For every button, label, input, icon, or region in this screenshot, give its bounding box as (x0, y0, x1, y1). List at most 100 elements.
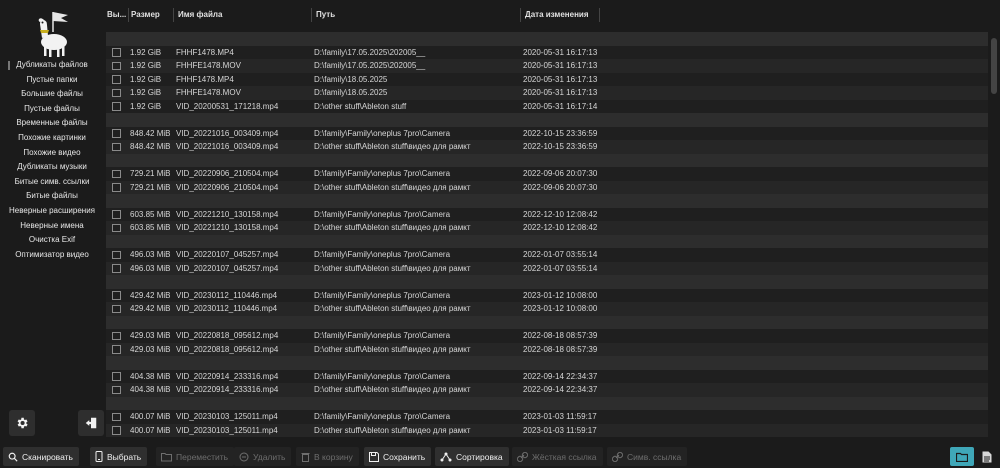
cell-path: D:\other stuff\Ableton stuff\видео для р… (314, 182, 471, 192)
table-row[interactable]: 400.07 MiB VID_20230103_125011.mp4 D:\othe… (106, 423, 988, 437)
row-checkbox[interactable] (112, 75, 121, 84)
table-row[interactable]: 603.85 MiB VID_20221210_130158.mp4 D:\fami… (106, 207, 988, 221)
sidebar-item[interactable]: Пустые папки (0, 73, 104, 88)
row-checkbox[interactable] (112, 223, 121, 232)
cell-path: D:\family\Family\oneplus 7pro\Camera (314, 290, 451, 300)
table-row[interactable]: 429.42 MiB VID_20230112_110446.mp4 D:\othe… (106, 302, 988, 316)
row-checkbox[interactable] (112, 304, 121, 313)
scrollbar-thumb[interactable] (991, 38, 997, 94)
row-checkbox[interactable] (112, 102, 121, 111)
table-row[interactable]: 429.03 MiB VID_20220818_095612.mp4 D:\fami… (106, 329, 988, 343)
cell-date: 2022-12-10 12:08:42 (523, 209, 598, 219)
table-row[interactable]: 1.92 GiB VID_20200531_171218.mp4 D:\other … (106, 99, 988, 113)
delete-label: Удалить (253, 451, 286, 462)
table-row[interactable]: 496.03 MiB VID_20220107_045257.mp4 D:\othe… (106, 261, 988, 275)
cell-date: 2022-09-06 20:07:30 (523, 182, 598, 192)
group-separator (106, 356, 988, 370)
trash-icon (301, 452, 310, 462)
move-button[interactable]: Переместить (156, 447, 235, 466)
cell-size: 729.21 MiB (130, 182, 171, 192)
header-path[interactable]: Путь (316, 10, 335, 19)
row-checkbox[interactable] (112, 48, 121, 57)
table-row[interactable]: 400.07 MiB VID_20230103_125011.mp4 D:\fami… (106, 410, 988, 424)
table-row[interactable]: 848.42 MiB VID_20221016_003409.mp4 D:\fami… (106, 126, 988, 140)
select-button[interactable]: Выбрать (90, 447, 148, 466)
table-row[interactable]: 1.92 GiB FHHFE1478.MOV D:\family\17.05.202… (106, 59, 988, 73)
row-checkbox[interactable] (112, 183, 121, 192)
row-checkbox[interactable] (112, 426, 121, 435)
sidebar-item[interactable]: Дубликаты файлов (0, 58, 104, 73)
header-date[interactable]: Дата изменения (525, 10, 589, 19)
table-row[interactable]: 729.21 MiB VID_20220906_210504.mp4 D:\fami… (106, 167, 988, 181)
header-size[interactable]: Размер (131, 10, 160, 19)
sidebar-item[interactable]: Неверные расширения (0, 204, 104, 219)
hardlink-label: Жёсткая ссылка (532, 451, 597, 462)
table-row[interactable]: 603.85 MiB VID_20221210_130158.mp4 D:\othe… (106, 221, 988, 235)
row-checkbox[interactable] (112, 291, 121, 300)
row-checkbox[interactable] (112, 210, 121, 219)
delete-button[interactable]: Удалить (234, 447, 292, 466)
cell-filename: FHHFE1478.MOV (176, 88, 241, 97)
trash-button[interactable]: В корзину (296, 447, 359, 466)
exit-button[interactable] (78, 410, 104, 436)
cell-size: 603.85 MiB (130, 223, 171, 232)
save-button[interactable]: Сохранить (364, 447, 432, 466)
hardlink-button[interactable]: Жёсткая ссылка (512, 447, 603, 466)
vertical-scrollbar[interactable] (988, 32, 1000, 444)
row-checkbox[interactable] (112, 385, 121, 394)
cell-filename: VID_20230112_110446.mp4 (176, 290, 278, 300)
sidebar-item[interactable]: Неверные имена (0, 219, 104, 234)
cell-date: 2022-09-06 20:07:30 (523, 169, 598, 178)
sidebar-item[interactable]: Большие файлы (0, 87, 104, 102)
cell-size: 848.42 MiB (130, 142, 171, 151)
sidebar-item[interactable]: Похожие видео (0, 146, 104, 161)
row-checkbox[interactable] (112, 345, 121, 354)
folder-view-button[interactable] (950, 447, 974, 466)
table-row[interactable]: 1.92 GiB FHHF1478.MP4 D:\family\18.05.2025… (106, 72, 988, 86)
cell-filename: VID_20220914_233316.mp4 (176, 385, 279, 394)
sidebar-item[interactable]: Похожие картинки (0, 131, 104, 146)
row-checkbox[interactable] (112, 88, 121, 97)
row-checkbox[interactable] (112, 142, 121, 151)
document-icon (982, 451, 992, 462)
row-checkbox[interactable] (112, 372, 121, 381)
sidebar-item[interactable]: Пустые файлы (0, 102, 104, 117)
row-checkbox[interactable] (112, 169, 121, 178)
app-logo (38, 12, 68, 57)
text-view-button[interactable] (978, 447, 996, 466)
row-checkbox[interactable] (112, 331, 121, 340)
cell-filename: VID_20220107_045257.mp4 (176, 250, 279, 259)
sidebar-item[interactable]: Битые симв. ссылки (0, 175, 104, 190)
row-checkbox[interactable] (112, 250, 121, 259)
header-select[interactable]: Вы... (107, 10, 126, 19)
save-icon (369, 451, 379, 462)
table-header: Вы... Размер Имя файла Путь Дата изменен… (104, 0, 988, 32)
row-checkbox[interactable] (112, 412, 121, 421)
table-row[interactable]: 1.92 GiB FHHF1478.MP4 D:\family\17.05.2025… (106, 45, 988, 59)
row-checkbox[interactable] (112, 61, 121, 70)
sidebar-item[interactable]: Очистка Exif (0, 233, 104, 248)
table-row[interactable]: 429.42 MiB VID_20230112_110446.mp4 D:\fami… (106, 288, 988, 302)
table-row[interactable]: 404.38 MiB VID_20220914_233316.mp4 D:\fami… (106, 369, 988, 383)
header-filename[interactable]: Имя файла (178, 10, 222, 19)
symlink-button[interactable]: Симв. ссылка (607, 447, 688, 466)
table-row[interactable]: 404.38 MiB VID_20220914_233316.mp4 D:\othe… (106, 383, 988, 397)
table-body: 1.92 GiB FHHF1478.MP4 D:\family\17.05.2025… (106, 32, 988, 437)
sort-icon (440, 452, 452, 461)
table-row[interactable]: 848.42 MiB VID_20221016_003409.mp4 D:\othe… (106, 140, 988, 154)
sidebar-item[interactable]: Битые файлы (0, 189, 104, 204)
sidebar-item[interactable]: Оптимизатор видео (0, 248, 104, 263)
sort-button[interactable]: Сортировка (435, 447, 509, 466)
row-checkbox[interactable] (112, 264, 121, 273)
row-checkbox[interactable] (112, 129, 121, 138)
table-row[interactable]: 1.92 GiB FHHFE1478.MOV D:\family\18.05.202… (106, 86, 988, 100)
cell-date: 2022-12-10 12:08:42 (523, 223, 598, 232)
sidebar-item[interactable]: Временные файлы (0, 116, 104, 131)
cell-path: D:\family\Family\oneplus 7pro\Camera (314, 331, 451, 340)
sidebar-item[interactable]: Дубликаты музыки (0, 160, 104, 175)
settings-button[interactable] (9, 410, 35, 436)
scan-button[interactable]: Сканировать (3, 447, 79, 466)
table-row[interactable]: 429.03 MiB VID_20220818_095612.mp4 D:\othe… (106, 342, 988, 356)
table-row[interactable]: 496.03 MiB VID_20220107_045257.mp4 D:\fami… (106, 248, 988, 262)
table-row[interactable]: 729.21 MiB VID_20220906_210504.mp4 D:\othe… (106, 180, 988, 194)
